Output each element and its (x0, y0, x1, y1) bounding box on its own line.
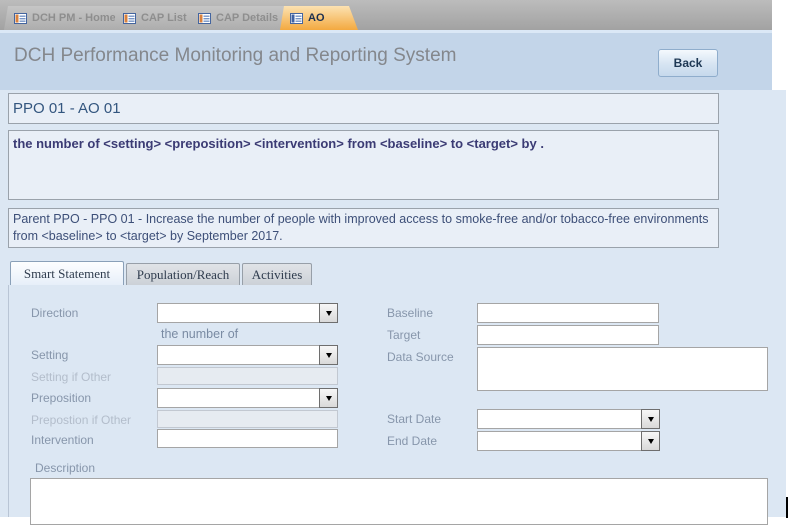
start-date-label: Start Date (387, 412, 441, 426)
parent-ppo-text: Parent PPO - PPO 01 - Increase the numbe… (9, 209, 718, 247)
doc-tab-label: CAP Details (216, 12, 278, 24)
doc-tab-label: DCH PM - Home (32, 12, 116, 24)
description-field[interactable] (30, 478, 768, 525)
setting-if-other-label: Setting if Other (31, 370, 111, 384)
dropdown-arrow-icon[interactable] (641, 409, 660, 429)
tab-label: Activities (252, 267, 303, 283)
form-icon (198, 13, 211, 24)
form-header: DCH Performance Monitoring and Reporting… (0, 30, 772, 90)
back-button[interactable]: Back (658, 49, 718, 77)
setting-combobox[interactable] (157, 345, 338, 365)
description-label: Description (35, 461, 95, 475)
intervention-field[interactable] (157, 429, 338, 448)
form-icon (14, 13, 27, 24)
parent-ppo-box: Parent PPO - PPO 01 - Increase the numbe… (8, 208, 719, 248)
target-field[interactable] (477, 325, 659, 345)
direction-label: Direction (31, 306, 78, 320)
doc-tab-dch-pm-home[interactable]: DCH PM - Home (4, 6, 131, 30)
target-label: Target (387, 328, 420, 342)
preposition-combobox[interactable] (157, 388, 338, 408)
baseline-label: Baseline (387, 306, 433, 320)
preposition-if-other-label: Prepostion if Other (31, 413, 131, 427)
form-icon (123, 13, 136, 24)
end-date-combobox[interactable] (477, 431, 660, 451)
data-source-field[interactable] (477, 347, 768, 391)
dropdown-arrow-icon[interactable] (319, 388, 338, 408)
preposition-label: Preposition (31, 391, 91, 405)
baseline-field[interactable] (477, 303, 659, 323)
tab-population-reach[interactable]: Population/Reach (126, 263, 240, 285)
doc-tab-ao[interactable]: AO (280, 6, 358, 30)
intervention-label: Intervention (31, 433, 94, 447)
doc-tab-label: CAP List (141, 12, 187, 24)
smart-statement-text: the number of <setting> <preposition> <i… (9, 131, 718, 156)
document-tab-bar: DCH PM - Home CAP List CAP Details AO (0, 0, 772, 30)
app-window: DCH PM - Home CAP List CAP Details AO DC… (0, 0, 794, 525)
dropdown-arrow-icon[interactable] (319, 303, 338, 323)
dropdown-arrow-icon[interactable] (319, 345, 338, 365)
record-title: PPO 01 - AO 01 (9, 94, 718, 123)
preposition-if-other-field[interactable] (157, 410, 338, 428)
data-source-label: Data Source (387, 350, 454, 364)
dropdown-arrow-icon[interactable] (641, 431, 660, 451)
smart-statement-box: the number of <setting> <preposition> <i… (8, 130, 719, 200)
tab-activities[interactable]: Activities (242, 263, 312, 285)
page-title: DCH Performance Monitoring and Reporting… (14, 45, 456, 67)
start-date-combobox[interactable] (477, 409, 660, 429)
form-icon (290, 13, 303, 24)
direction-helper-text: the number of (161, 327, 238, 341)
tab-page-border (8, 285, 9, 517)
record-title-box: PPO 01 - AO 01 (8, 93, 719, 124)
end-date-label: End Date (387, 434, 437, 448)
tab-label: Population/Reach (137, 267, 229, 283)
setting-if-other-field[interactable] (157, 367, 338, 385)
doc-tab-label: AO (308, 12, 325, 24)
tab-smart-statement[interactable]: Smart Statement (10, 261, 124, 285)
setting-label: Setting (31, 348, 68, 362)
tab-label: Smart Statement (24, 266, 110, 282)
direction-combobox[interactable] (157, 303, 338, 323)
text-cursor-artifact (786, 497, 788, 518)
